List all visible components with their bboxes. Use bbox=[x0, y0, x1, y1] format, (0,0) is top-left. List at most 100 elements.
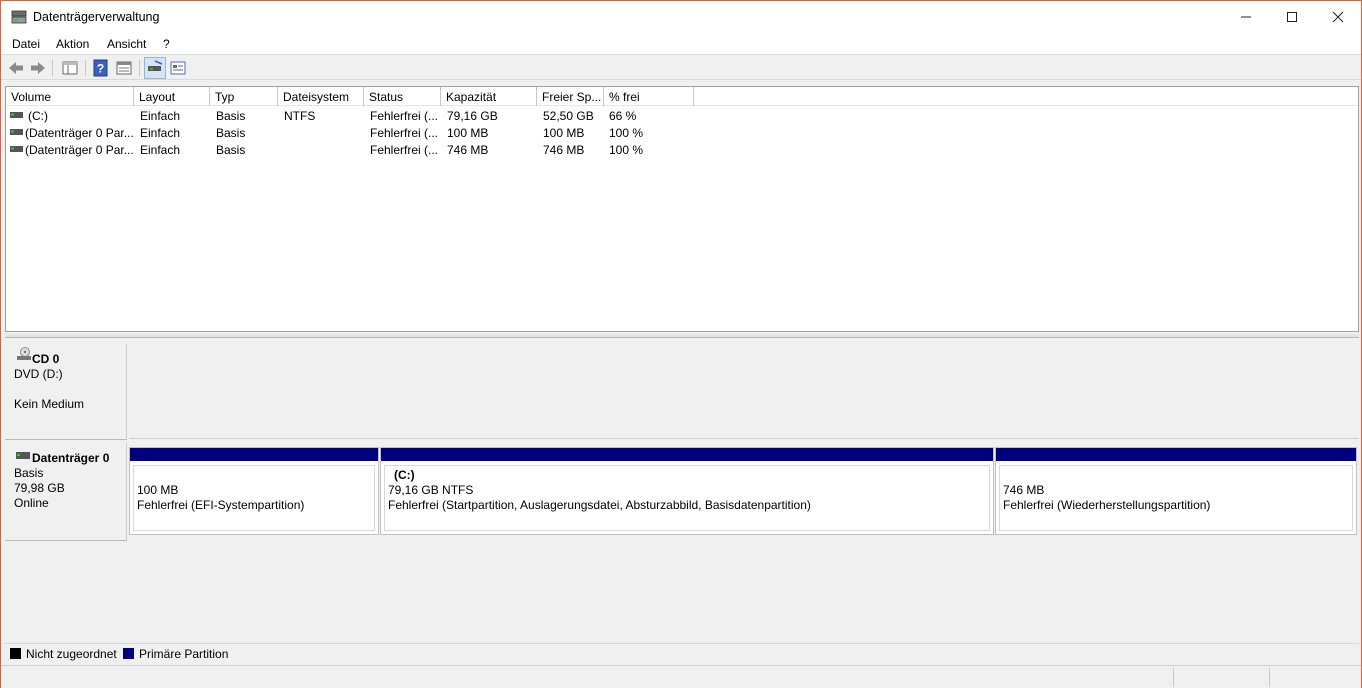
cd-drive-icon bbox=[17, 347, 31, 360]
volume-row[interactable]: (Datenträger 0 Par... Einfach Basis Fehl… bbox=[6, 124, 1358, 141]
menu-bar: Datei Aktion Ansicht ? bbox=[1, 33, 1361, 55]
column-header-prozent-frei[interactable]: % frei bbox=[604, 87, 694, 106]
maximize-button[interactable] bbox=[1269, 1, 1315, 33]
legend-primary-swatch bbox=[123, 648, 134, 659]
disk-icon bbox=[16, 452, 30, 459]
svg-text:?: ? bbox=[97, 62, 104, 76]
volume-row[interactable]: (Datenträger 0 Par... Einfach Basis Fehl… bbox=[6, 141, 1358, 158]
partition-bar bbox=[996, 448, 1356, 461]
window-title: Datenträgerverwaltung bbox=[33, 10, 160, 24]
column-header-kapazitaet[interactable]: Kapazität bbox=[441, 87, 537, 106]
volume-disk-icon bbox=[10, 112, 23, 118]
forward-arrow-icon[interactable] bbox=[29, 59, 47, 77]
menu-aktion[interactable]: Aktion bbox=[56, 37, 89, 51]
cell-dateisystem: NTFS bbox=[284, 109, 316, 123]
cell-prozent-frei: 66 % bbox=[609, 109, 637, 123]
cell-volume: (Datenträger 0 Par... bbox=[25, 126, 133, 140]
menu-ansicht[interactable]: Ansicht bbox=[107, 37, 146, 51]
column-header-status[interactable]: Status bbox=[364, 87, 441, 106]
partition-size: 746 MB bbox=[1003, 483, 1045, 497]
maximize-icon bbox=[1287, 12, 1297, 22]
disk-list-icon bbox=[148, 60, 163, 71]
menu-help[interactable]: ? bbox=[163, 37, 170, 51]
cell-status: Fehlerfrei (... bbox=[370, 126, 438, 140]
toolbar-separator bbox=[139, 60, 140, 76]
partition-content: (C:) 79,16 GB NTFS Fehlerfrei (Startpart… bbox=[384, 465, 990, 531]
column-header-freier-speicher[interactable]: Freier Sp... bbox=[537, 87, 604, 106]
disk-name: Datenträger 0 bbox=[32, 451, 110, 465]
partition-status: Fehlerfrei (Wiederherstellungspartition) bbox=[1003, 498, 1211, 512]
close-button[interactable] bbox=[1315, 1, 1361, 33]
column-header-typ[interactable]: Typ bbox=[210, 87, 278, 106]
status-separator bbox=[1269, 668, 1270, 687]
graphical-view-icon[interactable] bbox=[169, 59, 187, 77]
cell-typ: Basis bbox=[216, 143, 246, 157]
partition-bar bbox=[130, 448, 378, 461]
disk-size: 79,98 GB bbox=[14, 481, 65, 495]
disk-list-button[interactable] bbox=[144, 57, 166, 79]
partition-bar bbox=[381, 448, 993, 461]
cd-name: CD 0 bbox=[32, 352, 60, 366]
partition-c[interactable]: (C:) 79,16 GB NTFS Fehlerfrei (Startpart… bbox=[380, 447, 994, 535]
legend-primary-label: Primäre Partition bbox=[139, 647, 229, 661]
title-bar[interactable]: Datenträgerverwaltung bbox=[1, 1, 1361, 33]
cell-volume: (C:) bbox=[28, 109, 48, 123]
cell-freier-speicher: 746 MB bbox=[543, 143, 585, 157]
minimize-icon bbox=[1241, 16, 1251, 18]
partition-status: Fehlerfrei (Startpartition, Auslagerungs… bbox=[388, 498, 811, 512]
cell-typ: Basis bbox=[216, 126, 246, 140]
cell-kapazitaet: 100 MB bbox=[447, 126, 489, 140]
legend: Nicht zugeordnet Primäre Partition bbox=[5, 643, 1359, 663]
partition-size: 100 MB bbox=[137, 483, 179, 497]
cell-freier-speicher: 52,50 GB bbox=[543, 109, 594, 123]
properties-icon[interactable] bbox=[115, 59, 133, 77]
partition-content: 746 MB Fehlerfrei (Wiederherstellungspar… bbox=[999, 465, 1353, 531]
cell-status: Fehlerfrei (... bbox=[370, 109, 438, 123]
partition-status: Fehlerfrei (EFI-Systempartition) bbox=[137, 498, 305, 512]
cd-drive-label[interactable]: CD 0 DVD (D:) Kein Medium bbox=[5, 344, 127, 440]
legend-unallocated-label: Nicht zugeordnet bbox=[26, 647, 117, 661]
partition-efi[interactable]: 100 MB Fehlerfrei (EFI-Systempartition) bbox=[129, 447, 379, 535]
cd-type: DVD (D:) bbox=[14, 367, 63, 381]
cell-typ: Basis bbox=[216, 109, 246, 123]
cell-prozent-frei: 100 % bbox=[609, 126, 644, 140]
console-tree-icon[interactable] bbox=[61, 59, 79, 77]
cell-prozent-frei: 100 % bbox=[609, 143, 644, 157]
graphical-disk-view[interactable]: CD 0 DVD (D:) Kein Medium Datenträger 0 … bbox=[5, 339, 1359, 643]
status-separator bbox=[1173, 668, 1174, 687]
cell-freier-speicher: 100 MB bbox=[543, 126, 585, 140]
help-icon[interactable]: ? bbox=[92, 59, 110, 77]
column-header-dateisystem[interactable]: Dateisystem bbox=[278, 87, 364, 106]
status-bar bbox=[1, 665, 1361, 688]
disk-0-label[interactable]: Datenträger 0 Basis 79,98 GB Online bbox=[5, 443, 127, 541]
cd-media-status: Kein Medium bbox=[14, 397, 85, 411]
back-arrow-icon[interactable] bbox=[7, 59, 25, 77]
cell-status: Fehlerfrei (... bbox=[370, 143, 438, 157]
cell-layout: Einfach bbox=[140, 109, 181, 123]
minimize-button[interactable] bbox=[1223, 1, 1269, 33]
legend-unallocated-swatch bbox=[10, 648, 21, 659]
cd-drive-area[interactable] bbox=[129, 344, 1359, 439]
volume-row[interactable]: (C:) Einfach Basis NTFS Fehlerfrei (... … bbox=[6, 107, 1358, 124]
disk-management-window: Datenträgerverwaltung Datei Aktion Ansic… bbox=[0, 0, 1362, 688]
toolbar: ? bbox=[1, 56, 1361, 80]
partition-content: 100 MB Fehlerfrei (EFI-Systempartition) bbox=[133, 465, 375, 531]
menu-datei[interactable]: Datei bbox=[12, 37, 40, 51]
volume-disk-icon bbox=[10, 129, 23, 135]
column-header-volume[interactable]: Volume bbox=[6, 87, 134, 106]
volume-list[interactable]: Volume Layout Typ Dateisystem Status Kap… bbox=[5, 86, 1359, 332]
partition-size: 79,16 GB NTFS bbox=[388, 483, 474, 497]
cell-volume: (Datenträger 0 Par... bbox=[25, 143, 133, 157]
partition-recovery[interactable]: 746 MB Fehlerfrei (Wiederherstellungspar… bbox=[995, 447, 1357, 535]
column-header-layout[interactable]: Layout bbox=[134, 87, 210, 106]
cell-kapazitaet: 79,16 GB bbox=[447, 109, 498, 123]
cell-layout: Einfach bbox=[140, 126, 181, 140]
toolbar-separator bbox=[52, 60, 53, 76]
toolbar-separator bbox=[85, 60, 86, 76]
volume-list-header: Volume Layout Typ Dateisystem Status Kap… bbox=[6, 87, 1358, 106]
close-icon bbox=[1332, 11, 1344, 23]
cell-kapazitaet: 746 MB bbox=[447, 143, 489, 157]
disk-type: Basis bbox=[14, 466, 44, 480]
pane-splitter[interactable] bbox=[5, 334, 1359, 338]
disk-management-app-icon bbox=[11, 10, 27, 24]
